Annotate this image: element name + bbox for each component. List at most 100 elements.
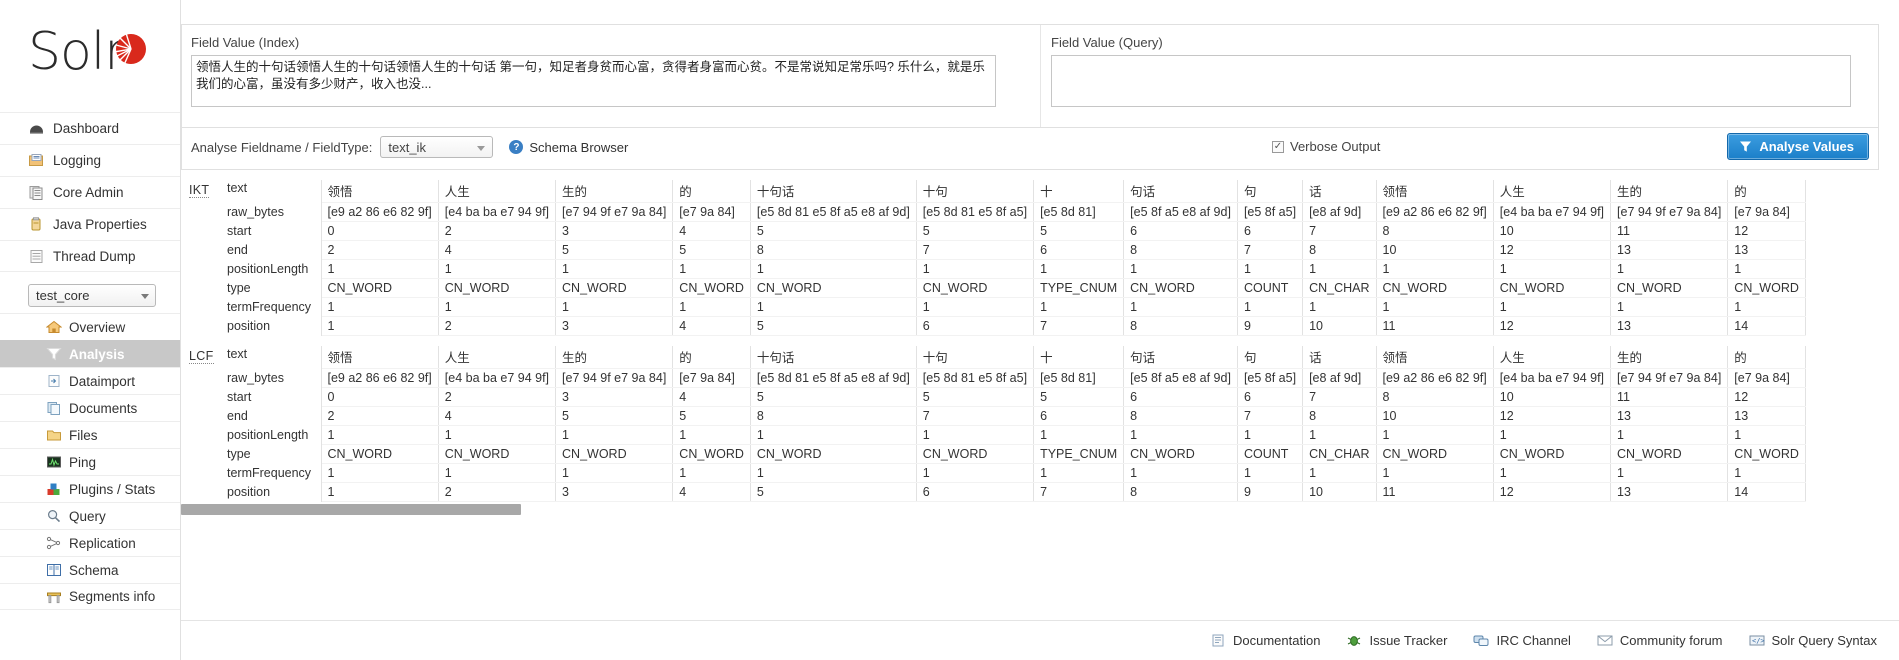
token-cell: 1 bbox=[1610, 297, 1729, 317]
footer-link-issue-tracker[interactable]: Issue Tracker bbox=[1346, 633, 1447, 648]
token-cell: 1 bbox=[672, 463, 751, 483]
verbose-output-toggle[interactable]: ✓ Verbose Output bbox=[1272, 139, 1380, 154]
table-row: position 1 2 3 4 5 6 7 8 9 10 11 12 13 14 bbox=[217, 316, 1806, 336]
query-value-section: Field Value (Query) bbox=[1042, 25, 1899, 127]
token-cell: 1 bbox=[1123, 297, 1238, 317]
footer-link-irc-channel[interactable]: IRC Channel bbox=[1473, 633, 1571, 648]
token-cell: 1 bbox=[1727, 425, 1806, 445]
logging-icon bbox=[29, 154, 43, 166]
token-cell: 1 bbox=[1237, 463, 1304, 483]
replication-icon bbox=[46, 536, 61, 550]
segments-icon bbox=[47, 592, 61, 603]
row-header-start: start bbox=[217, 387, 322, 407]
row-header-termFrequency: termFrequency bbox=[217, 297, 322, 317]
token-cell: CN_WORD bbox=[750, 444, 917, 464]
token-cell: 生的 bbox=[1610, 346, 1729, 369]
token-cell: [e7 9a 84] bbox=[1727, 368, 1806, 388]
footer-link-community-forum[interactable]: Community forum bbox=[1597, 633, 1723, 648]
token-cell: 8 bbox=[1123, 482, 1238, 502]
token-cell: 10 bbox=[1376, 240, 1494, 260]
token-cell: 1 bbox=[555, 259, 674, 279]
table-row: type CN_WORD CN_WORD CN_WORD CN_WORD CN_WORD C… bbox=[217, 444, 1806, 464]
token-cell: [e8 af 9d] bbox=[1302, 202, 1377, 222]
index-field-textarea[interactable] bbox=[191, 55, 996, 107]
row-header-end: end bbox=[217, 240, 322, 260]
token-cell: 1 bbox=[555, 463, 674, 483]
footer-link-documentation[interactable]: Documentation bbox=[1210, 633, 1320, 648]
token-cell: 1 bbox=[1727, 297, 1806, 317]
sidebar-item-logging[interactable]: Logging bbox=[0, 144, 180, 176]
sidebar-item-schema[interactable]: Schema bbox=[0, 556, 180, 583]
sidebar-item-segments-info[interactable]: Segments info bbox=[0, 583, 180, 610]
sidebar-item-thread-dump[interactable]: Thread Dump bbox=[0, 240, 180, 272]
sidebar-item-plugins-stats[interactable]: Plugins / Stats bbox=[0, 475, 180, 502]
token-cell: [e7 9a 84] bbox=[672, 202, 751, 222]
horizontal-scrollbar-track[interactable] bbox=[181, 504, 1879, 521]
footer-link-solr-query-syntax[interactable]: </> Solr Query Syntax bbox=[1749, 633, 1877, 648]
fieldname-select[interactable]: text_ik bbox=[380, 136, 494, 158]
row-header-positionLength: positionLength bbox=[217, 259, 322, 279]
sidebar-item-label: Java Properties bbox=[53, 217, 147, 232]
sidebar-item-files[interactable]: Files bbox=[0, 421, 180, 448]
token-cell: 11 bbox=[1376, 316, 1494, 336]
token-cell: 1 bbox=[1610, 463, 1729, 483]
solr-logo[interactable]: Solr bbox=[0, 0, 180, 112]
analyse-values-button[interactable]: Analyse Values bbox=[1727, 133, 1869, 160]
table-row: end 2 4 5 5 8 7 6 8 7 8 10 12 13 13 bbox=[217, 406, 1806, 426]
query-field-textarea[interactable] bbox=[1051, 55, 1851, 107]
token-cell: 7 bbox=[1302, 387, 1377, 407]
token-cell: [e5 8d 81 e5 8f a5] bbox=[916, 368, 1035, 388]
token-cell: 1 bbox=[1493, 463, 1612, 483]
core-selector[interactable]: test_core bbox=[28, 284, 156, 307]
fieldname-control-group: Analyse Fieldname / FieldType: text_ik ?… bbox=[191, 136, 628, 158]
row-header-type: type bbox=[217, 278, 322, 298]
table-row: end 2 4 5 5 8 7 6 8 7 8 10 12 13 13 bbox=[217, 240, 1806, 260]
token-cell: [e5 8d 81 e5 8f a5 e8 af 9d] bbox=[750, 202, 917, 222]
sidebar-item-dataimport[interactable]: Dataimport bbox=[0, 367, 180, 394]
token-cell: 1 bbox=[438, 425, 557, 445]
table-row: raw_bytes [e9 a2 86 e6 82 9f] [e4 ba ba e7… bbox=[217, 368, 1806, 388]
sidebar-item-ping[interactable]: Ping bbox=[0, 448, 180, 475]
token-cell: 生的 bbox=[1610, 180, 1729, 203]
token-cell: 5 bbox=[916, 387, 1035, 407]
sidebar-item-query[interactable]: Query bbox=[0, 502, 180, 529]
sidebar-item-label: Dashboard bbox=[53, 121, 120, 136]
token-cell: 13 bbox=[1727, 240, 1806, 260]
token-cell: 12 bbox=[1493, 240, 1612, 260]
token-cell: 1 bbox=[1493, 259, 1612, 279]
token-cell: 1 bbox=[1376, 425, 1494, 445]
token-cell: 4 bbox=[438, 406, 557, 426]
sidebar-item-replication[interactable]: Replication bbox=[0, 529, 180, 556]
token-cell: 6 bbox=[1237, 221, 1304, 241]
token-cell: 句 bbox=[1237, 346, 1304, 369]
chevron-down-icon bbox=[477, 146, 486, 151]
sidebar-item-core-admin[interactable]: Core Admin bbox=[0, 176, 180, 208]
sidebar-item-analysis[interactable]: Analysis bbox=[0, 340, 180, 367]
verbose-checkbox[interactable]: ✓ bbox=[1272, 140, 1284, 153]
sidebar-item-label: Thread Dump bbox=[53, 248, 136, 264]
sidebar-item-overview[interactable]: Overview bbox=[0, 313, 180, 340]
sidebar-item-documents[interactable]: Documents bbox=[0, 394, 180, 421]
token-cell: 7 bbox=[1302, 221, 1377, 241]
token-cell: [e9 a2 86 e6 82 9f] bbox=[321, 368, 439, 388]
token-cell: 1 bbox=[555, 425, 674, 445]
sidebar-item-dashboard[interactable]: Dashboard bbox=[0, 112, 180, 144]
token-cell: 5 bbox=[555, 406, 674, 426]
token-cell: 0 bbox=[321, 387, 439, 407]
schema-browser-link[interactable]: ? Schema Browser bbox=[509, 140, 628, 155]
token-cell: 5 bbox=[555, 240, 674, 260]
token-cell: 4 bbox=[672, 387, 751, 407]
global-nav: Dashboard Logging Core Admin Java Proper… bbox=[0, 112, 180, 272]
core-selector-value: test_core bbox=[36, 288, 90, 303]
sidebar-item-java-properties[interactable]: Java Properties bbox=[0, 208, 180, 240]
token-cell: 十句 bbox=[916, 180, 1035, 203]
token-cell: 7 bbox=[916, 406, 1035, 426]
token-cell: 13 bbox=[1610, 240, 1729, 260]
horizontal-scrollbar-thumb[interactable] bbox=[181, 504, 521, 515]
ping-icon bbox=[47, 456, 61, 468]
token-cell: 13 bbox=[1727, 406, 1806, 426]
token-cell: 十句 bbox=[916, 346, 1035, 369]
core-nav: Overview Analysis Dataimport Documents F… bbox=[0, 313, 180, 610]
row-header-raw_bytes: raw_bytes bbox=[217, 368, 322, 388]
svg-text:</>: </> bbox=[1752, 637, 1765, 645]
